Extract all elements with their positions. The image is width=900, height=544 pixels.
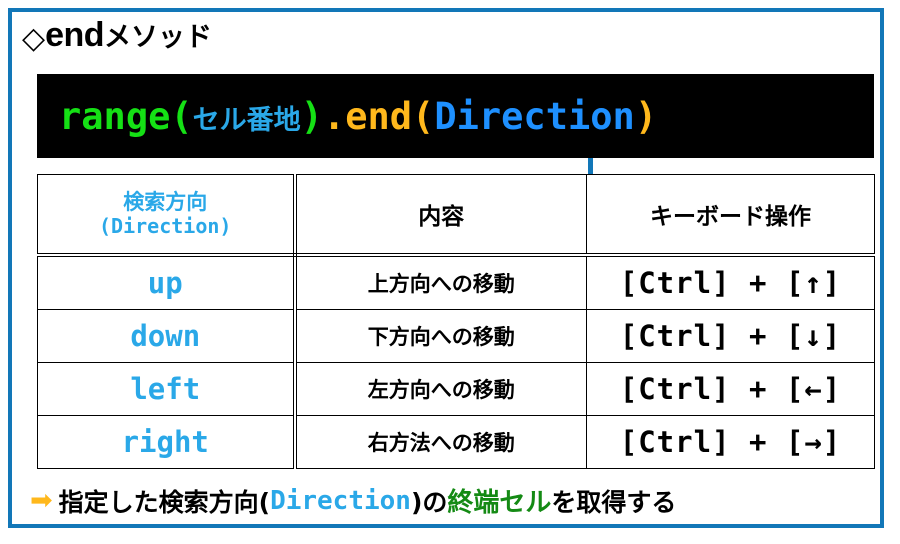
cell-content-right: 右方法への移動 bbox=[294, 415, 587, 469]
cell-content-left: 左方向への移動 bbox=[294, 362, 587, 416]
cell-keyboard-left: [Ctrl] + [←] bbox=[586, 362, 875, 416]
footer-text-direction: Direction bbox=[270, 485, 411, 516]
cell-content-up: 上方向への移動 bbox=[294, 254, 587, 310]
header-cell-content: 内容 bbox=[294, 174, 587, 257]
footer-text-3: を取得する bbox=[551, 487, 677, 517]
code-token-end-paren: ) bbox=[634, 94, 658, 138]
code-token-cell-address: セル番地 bbox=[192, 104, 301, 136]
code-token-dot: . bbox=[322, 94, 346, 138]
code-token-close-paren: ) bbox=[300, 94, 323, 138]
page-title-kana: メソッド bbox=[104, 22, 213, 52]
cell-direction-down: down bbox=[37, 309, 297, 363]
table-row: down 下方向への移動 [Ctrl] + [↓] bbox=[37, 309, 875, 363]
header-content-label: 内容 bbox=[418, 204, 465, 230]
page-title-latin: end bbox=[45, 16, 105, 54]
table-row: up 上方向への移動 [Ctrl] + [↑] bbox=[37, 254, 875, 310]
slide-frame: ◇endメソッド range(セル番地).end(Direction) 検索方向… bbox=[8, 8, 884, 528]
cell-direction-right: right bbox=[37, 415, 297, 469]
cell-content-down: 下方向への移動 bbox=[294, 309, 587, 363]
table-header-row: 検索方向 (Direction) 内容 キーボード操作 bbox=[37, 174, 875, 257]
diamond-bullet-icon: ◇ bbox=[22, 22, 46, 55]
blue-tick-marker bbox=[588, 158, 593, 174]
footer-text-highlight: 終端セル bbox=[447, 488, 552, 518]
code-token-end: end( bbox=[345, 94, 435, 138]
table-row: right 右方法への移動 [Ctrl] + [→] bbox=[37, 415, 875, 469]
code-bar: range(セル番地).end(Direction) bbox=[37, 74, 874, 158]
cell-direction-up: up bbox=[37, 254, 297, 310]
footer-text-1: 指定した検索方向( bbox=[58, 487, 271, 517]
header-keyboard-label: キーボード操作 bbox=[650, 204, 811, 230]
cell-keyboard-down: [Ctrl] + [↓] bbox=[586, 309, 875, 363]
code-snippet: range(セル番地).end(Direction) bbox=[37, 98, 657, 135]
cell-keyboard-right: [Ctrl] + [→] bbox=[586, 415, 875, 469]
code-token-range: range( bbox=[59, 94, 193, 138]
footer-text-2: )の bbox=[410, 487, 448, 517]
cell-direction-left: left bbox=[37, 362, 297, 416]
header-direction-label-jp: 検索方向 bbox=[123, 190, 208, 215]
header-cell-keyboard: キーボード操作 bbox=[586, 174, 875, 257]
code-token-direction: Direction bbox=[434, 94, 635, 138]
footer-note: ➡ 指定した検索方向(Direction)の 終端セル を取得する bbox=[30, 482, 676, 519]
direction-table: 検索方向 (Direction) 内容 キーボード操作 up 上方向への移動 [… bbox=[37, 174, 875, 469]
header-cell-direction: 検索方向 (Direction) bbox=[37, 174, 297, 257]
page-title: ◇endメソッド bbox=[22, 18, 212, 54]
cell-keyboard-up: [Ctrl] + [↑] bbox=[586, 254, 875, 310]
table-row: left 左方向への移動 [Ctrl] + [←] bbox=[37, 362, 875, 416]
header-direction-label-en: (Direction) bbox=[99, 213, 232, 238]
right-arrow-icon: ➡ bbox=[30, 485, 53, 516]
